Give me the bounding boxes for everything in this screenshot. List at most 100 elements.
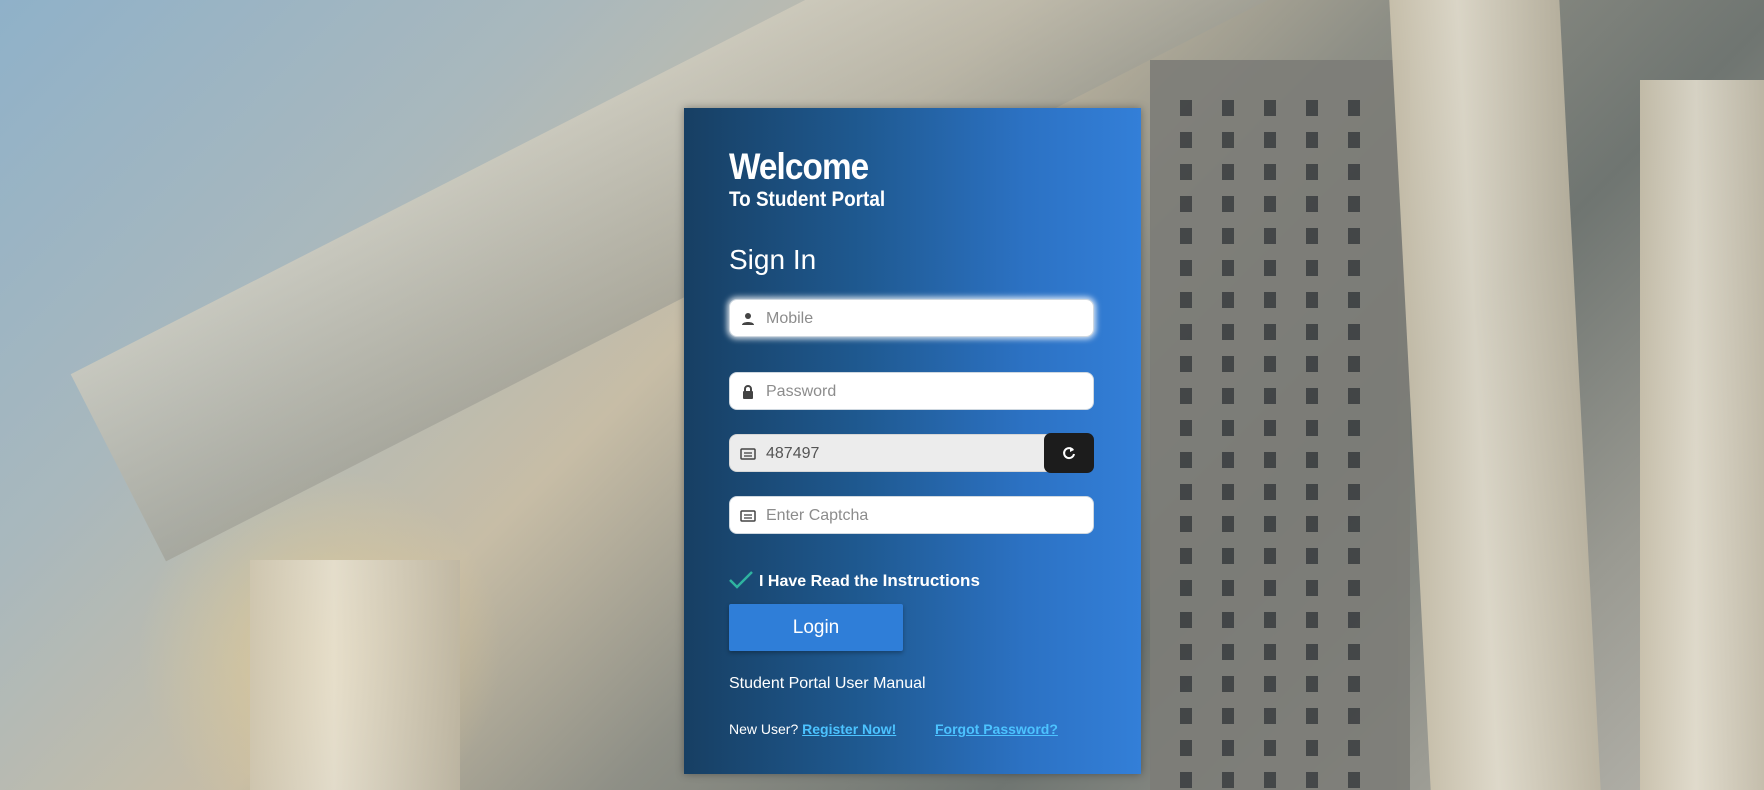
captcha-field[interactable] (729, 496, 1094, 535)
building-window (1264, 356, 1276, 372)
building-window (1348, 484, 1360, 500)
building-window (1264, 196, 1276, 212)
building-window (1348, 324, 1360, 340)
building-window (1222, 708, 1234, 724)
user-manual-link[interactable]: Student Portal User Manual (729, 675, 926, 693)
building-window (1264, 132, 1276, 148)
building-window (1306, 164, 1318, 180)
forgot-password-link[interactable]: Forgot Password? (935, 721, 1058, 737)
login-panel: Welcome To Student Portal Sign In Mobile… (684, 108, 1141, 774)
column-right (1389, 0, 1601, 790)
building-window (1348, 420, 1360, 436)
building-window (1222, 452, 1234, 468)
building-window (1348, 100, 1360, 116)
building-window (1264, 676, 1276, 692)
building-window (1180, 132, 1192, 148)
captcha-display-value (764, 435, 1088, 473)
building-window (1306, 740, 1318, 756)
building-window (1306, 132, 1318, 148)
building-window (1180, 164, 1192, 180)
building-window (1222, 420, 1234, 436)
building-window (1222, 740, 1234, 756)
building-window (1180, 388, 1192, 404)
refresh-icon (1063, 447, 1075, 460)
building-window (1222, 132, 1234, 148)
building-window (1222, 164, 1234, 180)
building-window (1222, 356, 1234, 372)
instructions-label[interactable]: I Have Read the Instructions (759, 571, 980, 591)
captcha-input[interactable] (764, 497, 1088, 535)
building-window (1264, 612, 1276, 628)
mobile-input[interactable] (764, 300, 1088, 338)
building-window (1264, 292, 1276, 308)
building-window (1348, 132, 1360, 148)
building-window (1264, 260, 1276, 276)
register-link[interactable]: Register Now! (802, 721, 896, 737)
building-window (1222, 612, 1234, 628)
building-window (1180, 708, 1192, 724)
building-window (1348, 740, 1360, 756)
building-window (1306, 228, 1318, 244)
building-window (1306, 484, 1318, 500)
building-window (1264, 324, 1276, 340)
column-far-right (1640, 80, 1764, 790)
building-window (1306, 292, 1318, 308)
instructions-link[interactable]: Instructions (883, 571, 980, 590)
building-window (1222, 644, 1234, 660)
building-window (1306, 580, 1318, 596)
building-window (1180, 420, 1192, 436)
building-window (1180, 548, 1192, 564)
building-tower (1150, 60, 1410, 790)
building-window (1306, 548, 1318, 564)
welcome-title: Welcome (729, 146, 869, 187)
login-button[interactable]: Login (729, 604, 903, 651)
building-window (1306, 388, 1318, 404)
building-window (1348, 644, 1360, 660)
building-window (1306, 452, 1318, 468)
building-window (1222, 548, 1234, 564)
building-window (1222, 292, 1234, 308)
building-window (1222, 676, 1234, 692)
building-window (1180, 612, 1192, 628)
building-window (1222, 260, 1234, 276)
building-window (1180, 452, 1192, 468)
building-window (1264, 644, 1276, 660)
building-window (1306, 324, 1318, 340)
building-window (1222, 484, 1234, 500)
building-window (1180, 196, 1192, 212)
building-window (1264, 420, 1276, 436)
building-window (1264, 388, 1276, 404)
lock-icon (743, 385, 753, 399)
mobile-field[interactable] (729, 299, 1094, 338)
building-window (1264, 580, 1276, 596)
password-field[interactable] (729, 372, 1094, 411)
building-window (1348, 196, 1360, 212)
user-icon (742, 313, 754, 325)
building-window (1306, 196, 1318, 212)
building-window (1180, 740, 1192, 756)
building-window (1180, 228, 1192, 244)
building-window (1180, 260, 1192, 276)
building-window (1348, 356, 1360, 372)
building-window (1180, 484, 1192, 500)
new-user-text: New User? (729, 721, 799, 737)
password-input[interactable] (764, 373, 1088, 411)
building-window (1222, 196, 1234, 212)
building-window (1306, 356, 1318, 372)
building-window (1264, 772, 1276, 788)
building-window (1306, 420, 1318, 436)
building-window (1180, 580, 1192, 596)
building-window (1222, 772, 1234, 788)
building-window (1348, 580, 1360, 596)
refresh-captcha-button[interactable] (1044, 433, 1094, 473)
building-window (1180, 356, 1192, 372)
building-window (1180, 644, 1192, 660)
welcome-subtitle: To Student Portal (729, 188, 886, 211)
sign-in-heading: Sign In (729, 244, 817, 275)
building-window (1348, 292, 1360, 308)
instructions-checkbox[interactable] (729, 570, 753, 590)
building-window (1222, 324, 1234, 340)
building-window (1306, 772, 1318, 788)
building-window (1264, 484, 1276, 500)
building-window (1306, 516, 1318, 532)
